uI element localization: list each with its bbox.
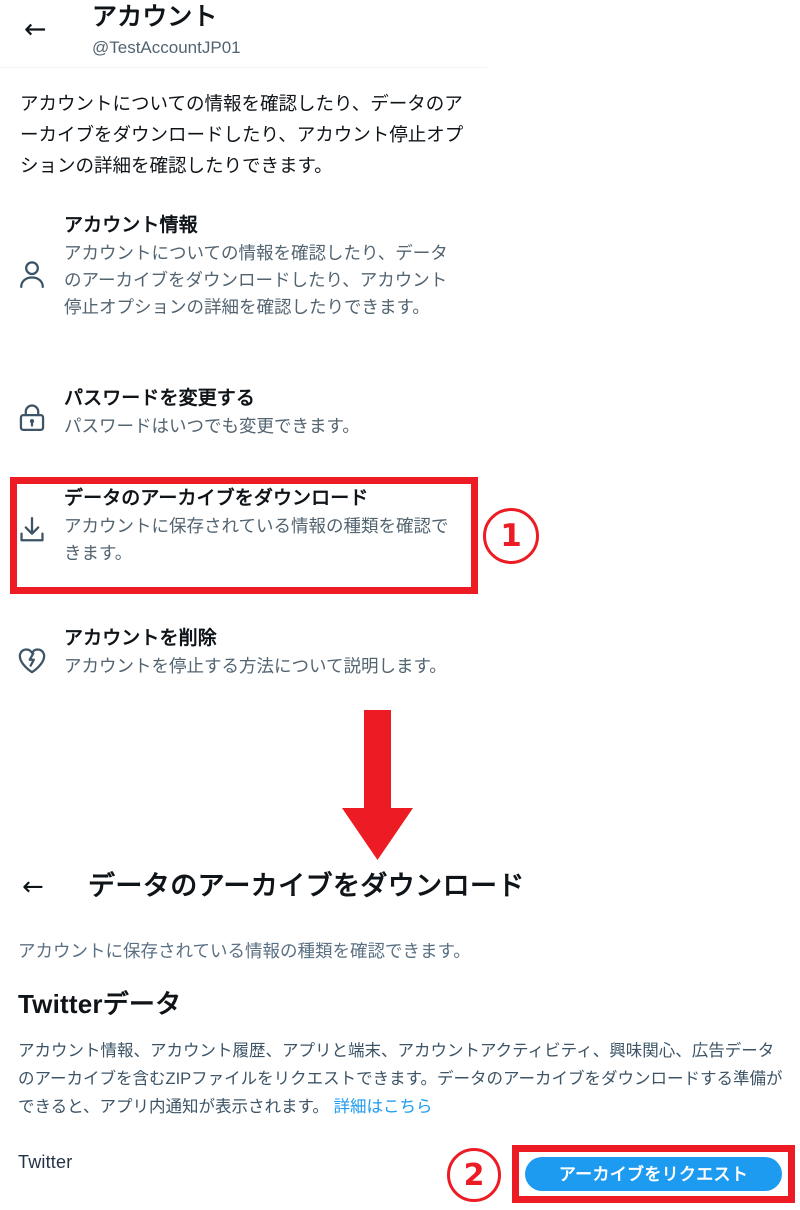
menu-item-text: データのアーカイブをダウンロード アカウントに保存されている情報の種類を確認でき…: [64, 485, 470, 567]
learn-more-link[interactable]: 詳細はこちら: [333, 1098, 432, 1116]
down-arrow-annotation-icon: [330, 710, 425, 862]
back-arrow-icon[interactable]: ←: [24, 16, 47, 43]
menu-item-download-archive[interactable]: データのアーカイブをダウンロード アカウントに保存されている情報の種類を確認でき…: [0, 485, 470, 567]
page-title: アカウント: [92, 3, 218, 31]
request-archive-button[interactable]: アーカイブをリクエスト: [525, 1157, 782, 1191]
page-title: データのアーカイブをダウンロード: [88, 871, 525, 901]
menu-item-title: アカウントを削除: [64, 628, 217, 649]
screen-one-title-block: アカウント @TestAccountJP01: [92, 0, 241, 60]
menu-item-title: パスワードを変更する: [64, 388, 256, 409]
menu-item-text: アカウントを削除 アカウントを停止する方法について説明します。: [64, 625, 470, 680]
menu-item-change-password[interactable]: パスワードを変更する パスワードはいつでも変更できます。: [0, 385, 470, 440]
page-subtitle: アカウントに保存されている情報の種類を確認できます。: [18, 941, 471, 961]
lock-icon: [0, 385, 64, 435]
menu-item-text: アカウント情報 アカウントについての情報を確認したり、データのアーカイブをダウン…: [64, 212, 470, 321]
annotation-marker-one: 1: [483, 508, 539, 564]
back-arrow-icon[interactable]: ←: [22, 874, 44, 900]
annotation-marker-two: 2: [447, 1148, 501, 1202]
twitter-data-description: アカウント情報、アカウント履歴、アプリと端末、アカウントアクティビティ、興味関心…: [18, 1037, 784, 1121]
menu-item-title: データのアーカイブをダウンロード: [64, 488, 369, 509]
menu-item-title: アカウント情報: [64, 215, 198, 236]
menu-item-desc: アカウントを停止する方法について説明します。: [64, 656, 447, 676]
footer-brand-label: Twitter: [18, 1152, 73, 1172]
menu-item-desc: アカウントについての情報を確認したり、データのアーカイブをダウンロードしたり、ア…: [64, 243, 448, 317]
download-icon: [0, 485, 64, 547]
account-handle: @TestAccountJP01: [92, 38, 241, 57]
menu-item-desc: アカウントに保存されている情報の種類を確認できます。: [64, 516, 449, 563]
broken-heart-icon: [0, 625, 64, 677]
menu-item-desc: パスワードはいつでも変更できます。: [64, 416, 360, 436]
account-intro-text: アカウントについての情報を確認したり、データのアーカイブをダウンロードしたり、ア…: [20, 93, 464, 176]
section-title-twitter-data: Twitterデータ: [18, 989, 182, 1019]
menu-item-text: パスワードを変更する パスワードはいつでも変更できます。: [64, 385, 470, 440]
menu-item-account-info[interactable]: アカウント情報 アカウントについての情報を確認したり、データのアーカイブをダウン…: [0, 212, 470, 321]
menu-item-delete-account[interactable]: アカウントを削除 アカウントを停止する方法について説明します。: [0, 625, 470, 680]
screen-one-header: ← アカウント @TestAccountJP01: [0, 0, 487, 68]
person-icon: [0, 212, 64, 292]
